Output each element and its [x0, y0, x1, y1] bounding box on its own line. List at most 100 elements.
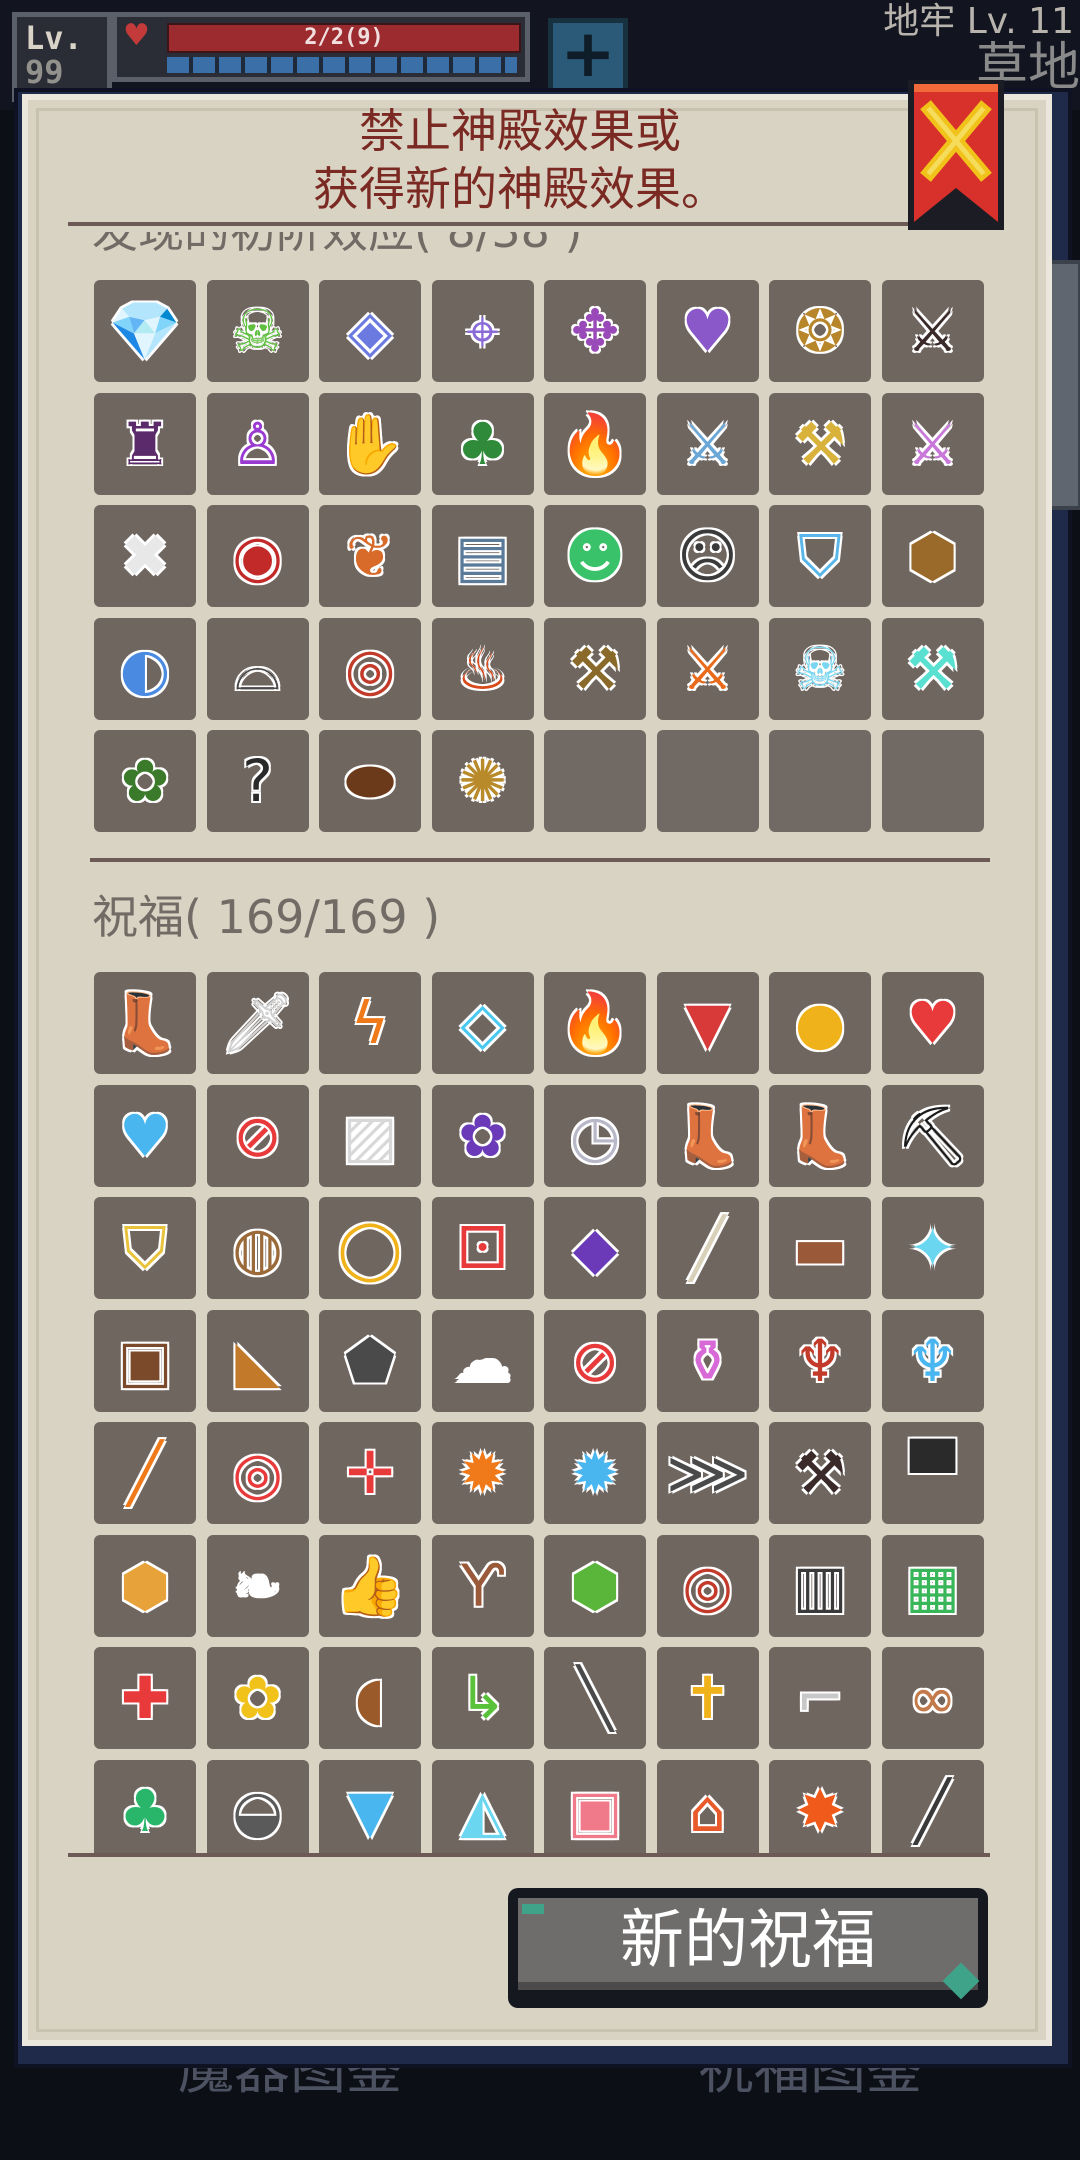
red-anvil-icon[interactable]: ♆ — [769, 1309, 871, 1412]
red-mushroom-icon[interactable]: ⌂ — [656, 1759, 759, 1853]
sword-icon[interactable]: ╱ — [881, 1759, 984, 1853]
new-blessing-button[interactable]: 新的祝福 — [508, 1888, 988, 2008]
stone-icon[interactable]: ⬟ — [319, 1309, 421, 1412]
green-boomerang-icon[interactable]: ↳ — [431, 1647, 534, 1749]
loot-bag-icon[interactable]: ◍ — [206, 1197, 309, 1299]
skull-crossbones-icon[interactable]: ☠ — [206, 280, 309, 382]
frost-cross-icon[interactable]: ✦ — [881, 1197, 984, 1299]
blue-heart-icon[interactable]: ♥ — [94, 1084, 196, 1187]
red-cross-arrows-icon[interactable]: ✚ — [94, 1647, 196, 1749]
purple-berries-icon[interactable]: ✿ — [431, 1084, 534, 1187]
purple-armor-icon[interactable]: ♙ — [206, 392, 309, 495]
clock-icon[interactable]: ◷ — [544, 1084, 646, 1187]
golden-beetle-icon[interactable]: ✺ — [431, 730, 534, 832]
feather-icon[interactable]: ❧ — [206, 1534, 309, 1637]
roast-chicken-icon[interactable]: ◖ — [319, 1647, 421, 1749]
purple-heart-icon[interactable]: ♥ — [656, 280, 759, 382]
target-frame-icon[interactable]: ⌖ — [431, 280, 534, 382]
ice-shard-icon[interactable]: ▼ — [319, 1759, 421, 1853]
shadow-face-icon[interactable]: ☹ — [656, 505, 759, 607]
lightning-icon[interactable]: ϟ — [319, 972, 421, 1074]
magic-swords-icon[interactable]: ⚔ — [881, 392, 984, 495]
potion-icon[interactable]: ⚱ — [656, 1309, 759, 1412]
unknown-card-icon[interactable]: ? — [206, 730, 309, 832]
fire-sword-icon[interactable]: ⚔ — [656, 617, 759, 720]
claw-icon[interactable]: ⋙ — [656, 1422, 759, 1524]
red-heart-icon[interactable]: ♥ — [881, 972, 984, 1074]
iron-boot-icon[interactable]: 👢 — [769, 1084, 871, 1187]
torch-icon[interactable]: ╱ — [94, 1422, 196, 1524]
ice-orb-icon[interactable]: ✹ — [544, 1422, 646, 1524]
bone-club-icon[interactable]: ╱ — [656, 1197, 759, 1299]
magic-eye-icon[interactable]: ◈ — [319, 280, 421, 382]
no-fire-icon[interactable]: ⊘ — [544, 1309, 646, 1412]
yellow-shield-icon[interactable]: ⛉ — [94, 1197, 196, 1299]
scroll-card-icon[interactable]: ▤ — [431, 505, 534, 607]
crossbow-icon[interactable]: ⚔ — [881, 280, 984, 382]
meat-leg-icon[interactable]: ◣ — [206, 1309, 309, 1412]
koi-fish-icon[interactable]: ❦ — [319, 505, 421, 607]
brown-boot-icon[interactable]: 👢 — [656, 1084, 759, 1187]
purple-gem-icon[interactable]: ◆ — [544, 1197, 646, 1299]
green-boot-icon[interactable]: 👢 — [94, 972, 196, 1074]
spatula-icon[interactable]: ╲ — [544, 1647, 646, 1749]
dagger-icon[interactable]: 🗡 — [206, 972, 309, 1074]
gold-coin-icon[interactable]: ● — [769, 972, 871, 1074]
blessing-scroll-area[interactable]: 👢 🗡 ϟ ◇ 🔥 ▼ ● ♥ ♥ ⊘ ▨ ✿ ◷ 👢 👢 ⛏ ⛉ ◍ ◯ ⚀ ◆ ╱ ▬ ✦ ▣ ◣ ⬟ ☁ ⊘ ⚱ ♆ ♆ ╱ ◎ ✛ ✹ ✹ ⋙ ⚒ ▀… — [60, 960, 1000, 1853]
crystal-shard-icon[interactable]: ◭ — [431, 1759, 534, 1853]
green-card-icon[interactable]: ▦ — [881, 1534, 984, 1637]
gold-ring-icon[interactable]: ◯ — [319, 1197, 421, 1299]
peanut-icon[interactable]: ∞ — [881, 1647, 984, 1749]
crossed-bones-icon[interactable]: ✖ — [94, 505, 196, 607]
blue-shield-icon[interactable]: ⛉ — [769, 505, 871, 607]
backpack-icon[interactable]: ▣ — [94, 1309, 196, 1412]
treasure-chest-icon[interactable]: ▬ — [769, 1197, 871, 1299]
crystal-axe-icon[interactable]: ⚒ — [881, 617, 984, 720]
bullseye-icon[interactable]: ◎ — [206, 1422, 309, 1524]
blue-skull-icon[interactable]: ☠ — [769, 617, 871, 720]
flaming-sword-icon[interactable]: 🔥 — [544, 392, 646, 495]
fire-rune-icon[interactable]: ♨ — [431, 617, 534, 720]
blood-cleaver-icon[interactable]: ⌐ — [769, 1647, 871, 1749]
red-compass-icon[interactable]: ✛ — [319, 1422, 421, 1524]
diamond-icon[interactable]: 💎 — [94, 280, 196, 382]
golden-cross-icon[interactable]: ✝ — [656, 1647, 759, 1749]
green-slime-icon[interactable]: ☻ — [544, 505, 646, 607]
plus-icon[interactable]: + — [548, 18, 628, 98]
ice-block-icon[interactable]: ◇ — [431, 972, 534, 1074]
gold-ore-icon[interactable]: ⬢ — [94, 1534, 196, 1637]
venus-plant-icon[interactable]: ✿ — [94, 730, 196, 832]
thumbs-up-gold-icon[interactable]: ✋ — [319, 392, 421, 495]
dark-orb-icon[interactable]: ◉ — [206, 505, 309, 607]
seed-icon[interactable]: ❂ — [769, 280, 871, 382]
anvil-icon[interactable]: ▀ — [881, 1422, 984, 1524]
blue-anvil-icon[interactable]: ♆ — [881, 1309, 984, 1412]
sunflower-icon[interactable]: ✿ — [206, 1647, 309, 1749]
lava-rock-icon[interactable]: ⬬ — [319, 730, 421, 832]
monster-mouth-icon[interactable]: ▼ — [656, 972, 759, 1074]
honeycomb-icon[interactable]: ⬢ — [881, 505, 984, 607]
clover-icon[interactable]: ♣ — [94, 1759, 196, 1853]
thumbs-up-icon[interactable]: 👍 — [319, 1534, 421, 1637]
green-gem-icon[interactable]: ⬢ — [544, 1534, 646, 1637]
no-magic-icon[interactable]: ⊘ — [206, 1084, 309, 1187]
red-whip-icon[interactable]: ◎ — [656, 1534, 759, 1637]
close-icon[interactable] — [908, 80, 1004, 230]
glass-pane-icon[interactable]: ▨ — [319, 1084, 421, 1187]
cloud-icon[interactable]: ☁ — [431, 1309, 534, 1412]
sun-orb-icon[interactable]: ✹ — [431, 1422, 534, 1524]
golden-axe-icon[interactable]: ⚒ — [769, 392, 871, 495]
pink-cube-icon[interactable]: ▣ — [544, 1759, 646, 1853]
purple-tower-icon[interactable]: ♜ — [94, 392, 196, 495]
cauldron-icon[interactable]: ◒ — [206, 1759, 309, 1853]
palm-tree-icon[interactable]: ♣ — [431, 392, 534, 495]
red-eye-icon[interactable]: ◎ — [319, 617, 421, 720]
rainbow-shell-icon[interactable]: ◐ — [94, 617, 196, 720]
flame-icon[interactable]: 🔥 — [544, 972, 646, 1074]
dice-icon[interactable]: ⚀ — [431, 1197, 534, 1299]
pickaxe-icon[interactable]: ⛏ — [881, 1084, 984, 1187]
fire-tile-icon[interactable]: ✸ — [769, 1759, 871, 1853]
slingshot-icon[interactable]: Ƴ — [431, 1534, 534, 1637]
purple-sigil-icon[interactable]: ✥ — [544, 280, 646, 382]
grey-bell-icon[interactable]: ⌓ — [206, 617, 309, 720]
